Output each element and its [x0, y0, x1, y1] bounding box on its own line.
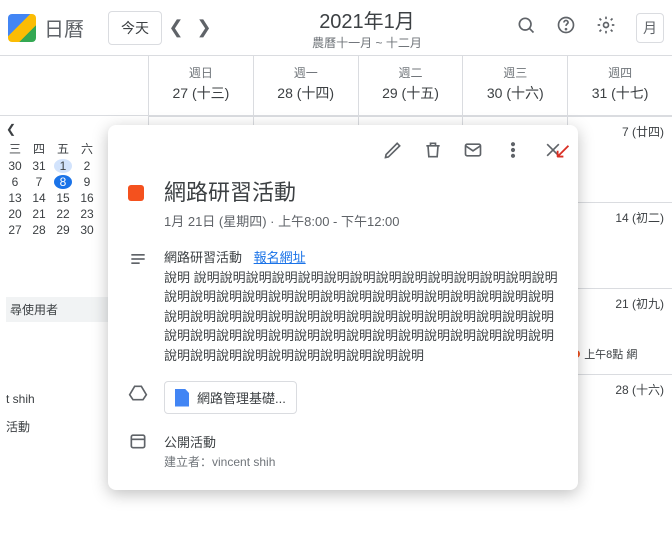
day-header: 週四31 (十七)	[567, 56, 672, 115]
event-datetime: 1月 21日 (星期四) · 上午8:00 - 下午12:00	[164, 211, 558, 230]
prev-period-button[interactable]: ❮	[162, 17, 190, 38]
day-header: 週三30 (十六)	[462, 56, 567, 115]
event-color-icon	[128, 185, 144, 201]
google-doc-icon	[175, 389, 189, 407]
today-button[interactable]: 今天	[108, 11, 162, 45]
month-display: 2021年1月 農曆十一月 ~ 十二月	[218, 5, 516, 51]
event-detail-popup: 網路研習活動 1月 21日 (星期四) · 上午8:00 - 下午12:00 網…	[108, 125, 578, 490]
search-icon[interactable]	[516, 15, 536, 40]
calendar-logo-icon	[8, 14, 36, 42]
view-switcher-button[interactable]: 月	[636, 13, 664, 43]
header-bar: 日曆 今天 ❮ ❯ 2021年1月 農曆十一月 ~ 十二月 月	[0, 0, 672, 56]
delete-event-button[interactable]	[422, 139, 444, 161]
close-popup-button[interactable]	[542, 139, 564, 161]
edit-event-button[interactable]	[382, 139, 404, 161]
attachment-chip[interactable]: 網路管理基礎...	[164, 381, 297, 414]
day-header: 週一28 (十四)	[253, 56, 358, 115]
event-title: 網路研習活動	[164, 175, 558, 207]
week-header-row: 週日27 (十三) 週一28 (十四) 週二29 (十五) 週三30 (十六) …	[0, 56, 672, 116]
app-title: 日曆	[44, 13, 84, 42]
brand: 日曆	[8, 13, 84, 42]
event-chip[interactable]: 上午8點 網	[572, 346, 637, 362]
day-header: 週二29 (十五)	[358, 56, 463, 115]
drive-icon	[128, 383, 148, 408]
help-icon[interactable]	[556, 15, 576, 40]
event-visibility: 公開活動 建立者：vincent shih	[164, 432, 558, 470]
mini-cal-prev-button[interactable]: ❮	[6, 122, 16, 136]
visibility-icon	[128, 431, 148, 456]
options-menu-button[interactable]	[502, 139, 524, 161]
email-guests-button[interactable]	[462, 139, 484, 161]
settings-icon[interactable]	[596, 15, 616, 40]
event-description: 網路研習活動 報名網址 說明 說明說明說明說明說明說明說明說明說明說明說明說明說…	[164, 248, 558, 365]
signup-link[interactable]: 報名網址	[254, 250, 306, 265]
description-icon	[128, 249, 148, 274]
month-subtitle: 農曆十一月 ~ 十二月	[218, 34, 516, 51]
day-header: 週日27 (十三)	[148, 56, 253, 115]
month-title: 2021年1月	[218, 5, 516, 34]
next-period-button[interactable]: ❯	[190, 17, 218, 38]
